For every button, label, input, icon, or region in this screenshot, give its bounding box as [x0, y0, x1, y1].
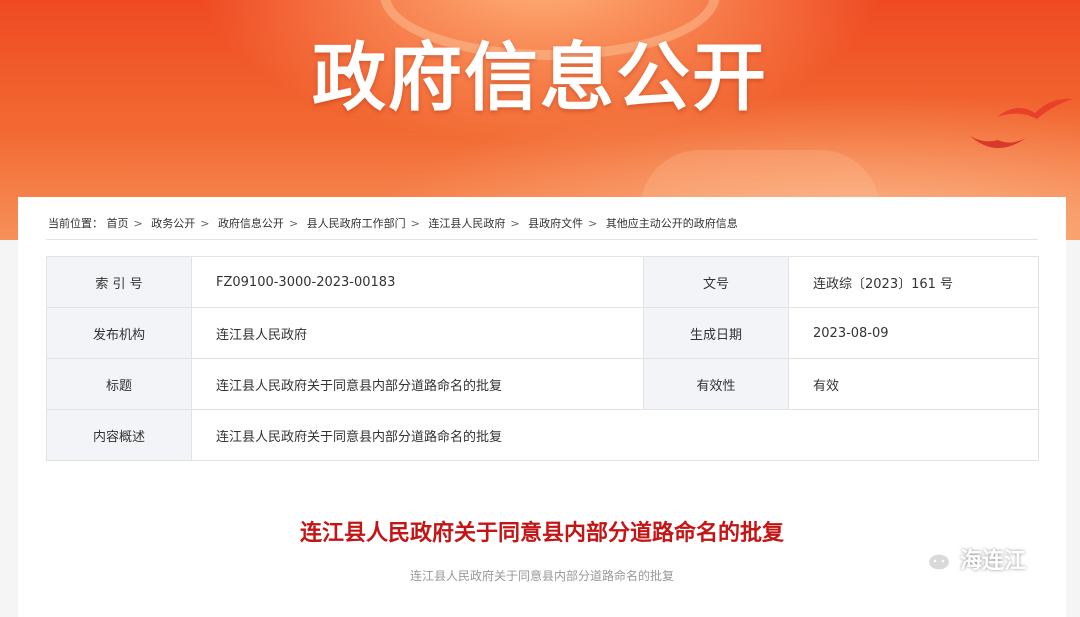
breadcrumb-prefix: 当前位置：	[48, 217, 103, 230]
wechat-watermark: 海连江	[912, 543, 1026, 575]
document-title: 连江县人民政府关于同意县内部分道路命名的批复	[299, 521, 784, 546]
date-value: 2023-08-09	[788, 307, 1039, 359]
validity-label: 有效性	[643, 358, 789, 410]
validity-value: 有效	[788, 358, 1039, 410]
docno-label: 文号	[643, 256, 789, 308]
breadcrumb-other-info[interactable]: 其他应主动公开的政府信息	[606, 217, 738, 230]
breadcrumb-departments[interactable]: 县人民政府工作部门	[307, 217, 406, 230]
table-row: 标题 连江县人民政府关于同意县内部分道路命名的批复 有效性 有效	[46, 358, 1039, 410]
table-row: 索 引 号 FZ09100-3000-2023-00183 文号 连政综〔202…	[46, 256, 1039, 308]
seagull-icon	[997, 98, 1073, 119]
breadcrumb-info-disclosure[interactable]: 政府信息公开	[218, 217, 284, 230]
document-info-table: 索 引 号 FZ09100-3000-2023-00183 文号 连政综〔202…	[46, 256, 1039, 461]
breadcrumb-separator: >	[588, 217, 598, 230]
breadcrumb-separator: >	[200, 217, 210, 230]
title-value: 连江县人民政府关于同意县内部分道路命名的批复	[191, 358, 644, 410]
publisher-label: 发布机构	[46, 307, 192, 359]
table-row: 发布机构 连江县人民政府 生成日期 2023-08-09	[46, 307, 1039, 359]
index-label: 索 引 号	[46, 256, 192, 308]
breadcrumb-county-documents[interactable]: 县政府文件	[528, 217, 583, 230]
table-row: 内容概述 连江县人民政府关于同意县内部分道路命名的批复	[46, 409, 1039, 461]
breadcrumb-separator: >	[288, 217, 299, 230]
content-panel: 当前位置： 首页 > 政务公开 > 政府信息公开 > 县人民政府工作部门 > 连江县人民…	[18, 197, 1066, 617]
breadcrumb-separator: >	[410, 217, 420, 230]
docno-value: 连政综〔2023〕161 号	[788, 256, 1039, 308]
seagull-icon	[970, 136, 1026, 148]
divider	[46, 239, 1038, 240]
breadcrumb-county-government[interactable]: 连江县人民政府	[428, 217, 505, 230]
banner-title: 政府信息公开	[312, 35, 768, 121]
breadcrumb-home[interactable]: 首页	[107, 217, 129, 230]
title-label: 标题	[46, 358, 192, 410]
watermark-label: 海连江	[960, 549, 1027, 574]
index-value: FZ09100-3000-2023-00183	[191, 256, 644, 308]
breadcrumb-separator: >	[510, 217, 520, 230]
breadcrumb: 当前位置： 首页 > 政务公开 > 政府信息公开 > 县人民政府工作部门 > 连江县人民…	[48, 215, 738, 231]
summary-label: 内容概述	[46, 409, 192, 461]
document-subtitle: 连江县人民政府关于同意县内部分道路命名的批复	[409, 569, 674, 583]
breadcrumb-separator: >	[133, 217, 143, 230]
date-label: 生成日期	[643, 307, 789, 359]
breadcrumb-gov-affairs[interactable]: 政务公开	[151, 217, 195, 230]
wechat-icon	[912, 544, 952, 573]
publisher-value: 连江县人民政府	[191, 307, 644, 359]
summary-value: 连江县人民政府关于同意县内部分道路命名的批复	[191, 409, 1039, 461]
